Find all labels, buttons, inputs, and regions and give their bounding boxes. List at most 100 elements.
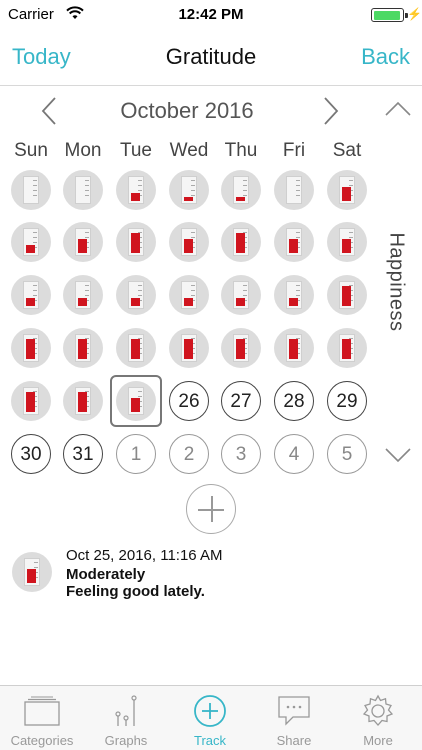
tab-track[interactable]: Track: [168, 686, 252, 750]
graphs-icon: [115, 695, 137, 726]
level-fill: [289, 239, 298, 253]
calendar-day-entry[interactable]: [11, 328, 51, 368]
level-thermometer-icon: [233, 228, 249, 256]
calendar-day-entry[interactable]: [63, 381, 103, 421]
tab-label: Track: [193, 733, 227, 748]
calendar-day-entry[interactable]: [63, 170, 103, 210]
selected-day-highlight: [110, 375, 162, 427]
calendar-day-entry[interactable]: [11, 381, 51, 421]
calendar-day-entry[interactable]: [116, 222, 156, 262]
next-month-icon[interactable]: [322, 96, 340, 126]
calendar-day-entry[interactable]: [221, 222, 261, 262]
calendar-day-entry[interactable]: [11, 222, 51, 262]
level-thermometer-icon: [286, 228, 302, 256]
calendar-day[interactable]: 28: [274, 381, 314, 421]
day-number: 3: [235, 444, 247, 465]
level-thermometer-icon: [339, 176, 355, 204]
level-fill: [289, 339, 298, 359]
level-thermometer-icon: [233, 281, 249, 309]
level-fill: [26, 339, 35, 359]
calendar-day-entry[interactable]: [274, 328, 314, 368]
tab-graphs[interactable]: Graphs: [84, 686, 168, 750]
calendar-day-entry[interactable]: [116, 275, 156, 315]
level-fill: [131, 193, 140, 201]
calendar-day[interactable]: 30: [11, 434, 51, 474]
level-fill: [26, 392, 35, 412]
level-fill: [184, 197, 193, 201]
calendar-day-entry[interactable]: [116, 170, 156, 210]
calendar-day[interactable]: 27: [221, 381, 261, 421]
calendar-day[interactable]: 3: [221, 434, 261, 474]
day-number: 27: [230, 391, 252, 412]
chevron-down-icon[interactable]: [384, 446, 412, 464]
back-button[interactable]: Back: [361, 44, 410, 70]
calendar-day[interactable]: 1: [116, 434, 156, 474]
calendar-day-entry[interactable]: [327, 328, 367, 368]
calendar-day[interactable]: 4: [274, 434, 314, 474]
calendar-day-entry[interactable]: [63, 328, 103, 368]
level-fill: [26, 298, 35, 306]
page-title: Gratitude: [165, 44, 257, 69]
level-thermometer-icon: [23, 281, 39, 309]
calendar-day-entry[interactable]: [63, 222, 103, 262]
level-thermometer-icon: [233, 176, 249, 204]
calendar-day[interactable]: 5: [327, 434, 367, 474]
chevron-up-icon[interactable]: [384, 100, 412, 118]
level-thermometer-icon: [181, 281, 197, 309]
calendar-day[interactable]: 2: [169, 434, 209, 474]
calendar-day-entry[interactable]: [11, 170, 51, 210]
entry-level-text: Moderately: [66, 566, 146, 583]
calendar-day-entry[interactable]: [274, 275, 314, 315]
level-fill: [78, 239, 87, 253]
calendar-day-entry[interactable]: [169, 275, 209, 315]
tab-categories[interactable]: Categories: [0, 686, 84, 750]
calendar-day-entry[interactable]: [327, 222, 367, 262]
level-thermometer-icon: [23, 176, 39, 204]
calendar-day-entry[interactable]: [116, 328, 156, 368]
level-thermometer-icon: [286, 176, 302, 204]
entry-details[interactable]: Oct 25, 2016, 11:16 AM Moderately Feelin…: [66, 547, 223, 600]
calendar-day-entry[interactable]: [274, 170, 314, 210]
calendar-day-entry[interactable]: [221, 275, 261, 315]
calendar-day-entry[interactable]: [327, 275, 367, 315]
level-thermometer-icon: [75, 387, 91, 415]
level-fill: [236, 339, 245, 359]
calendar-day[interactable]: 31: [63, 434, 103, 474]
battery-icon: [371, 8, 408, 22]
entry-datetime: Oct 25, 2016, 11:16 AM: [66, 547, 223, 564]
calendar-day-entry[interactable]: [169, 222, 209, 262]
category-side-label[interactable]: Happiness: [385, 232, 408, 331]
calendar-day-entry[interactable]: [11, 275, 51, 315]
tab-label: Share: [276, 733, 312, 748]
level-thermometer-icon: [23, 387, 39, 415]
level-thermometer-icon: [339, 334, 355, 362]
more-gear-icon: [362, 694, 394, 726]
calendar-day-entry[interactable]: [169, 170, 209, 210]
month-label: October 2016: [120, 98, 254, 123]
level-thermometer-icon: [75, 281, 91, 309]
add-entry-button[interactable]: [186, 484, 236, 534]
calendar-day[interactable]: 26: [169, 381, 209, 421]
day-number: 1: [130, 444, 142, 465]
tab-more[interactable]: More: [336, 686, 420, 750]
level-fill: [289, 298, 298, 306]
tab-label: More: [363, 733, 393, 748]
entry-note: Feeling good lately.: [66, 583, 205, 600]
level-thermometer-icon: [181, 228, 197, 256]
clock: 12:42 PM: [178, 6, 244, 23]
tab-share[interactable]: Share: [252, 686, 336, 750]
calendar-day-entry[interactable]: [63, 275, 103, 315]
calendar-day[interactable]: 29: [327, 381, 367, 421]
calendar-day-entry[interactable]: [327, 170, 367, 210]
level-fill: [27, 569, 36, 583]
calendar-day-entry[interactable]: [221, 170, 261, 210]
calendar-day-entry[interactable]: [221, 328, 261, 368]
status-bar: Carrier 12:42 PM ⚡: [0, 0, 422, 30]
categories-icon: [24, 696, 60, 726]
calendar-day-entry[interactable]: [169, 328, 209, 368]
level-thermometer-icon: [75, 228, 91, 256]
calendar-day-entry[interactable]: [274, 222, 314, 262]
level-fill: [236, 298, 245, 306]
charging-icon: ⚡: [407, 7, 422, 21]
level-fill: [184, 298, 193, 306]
